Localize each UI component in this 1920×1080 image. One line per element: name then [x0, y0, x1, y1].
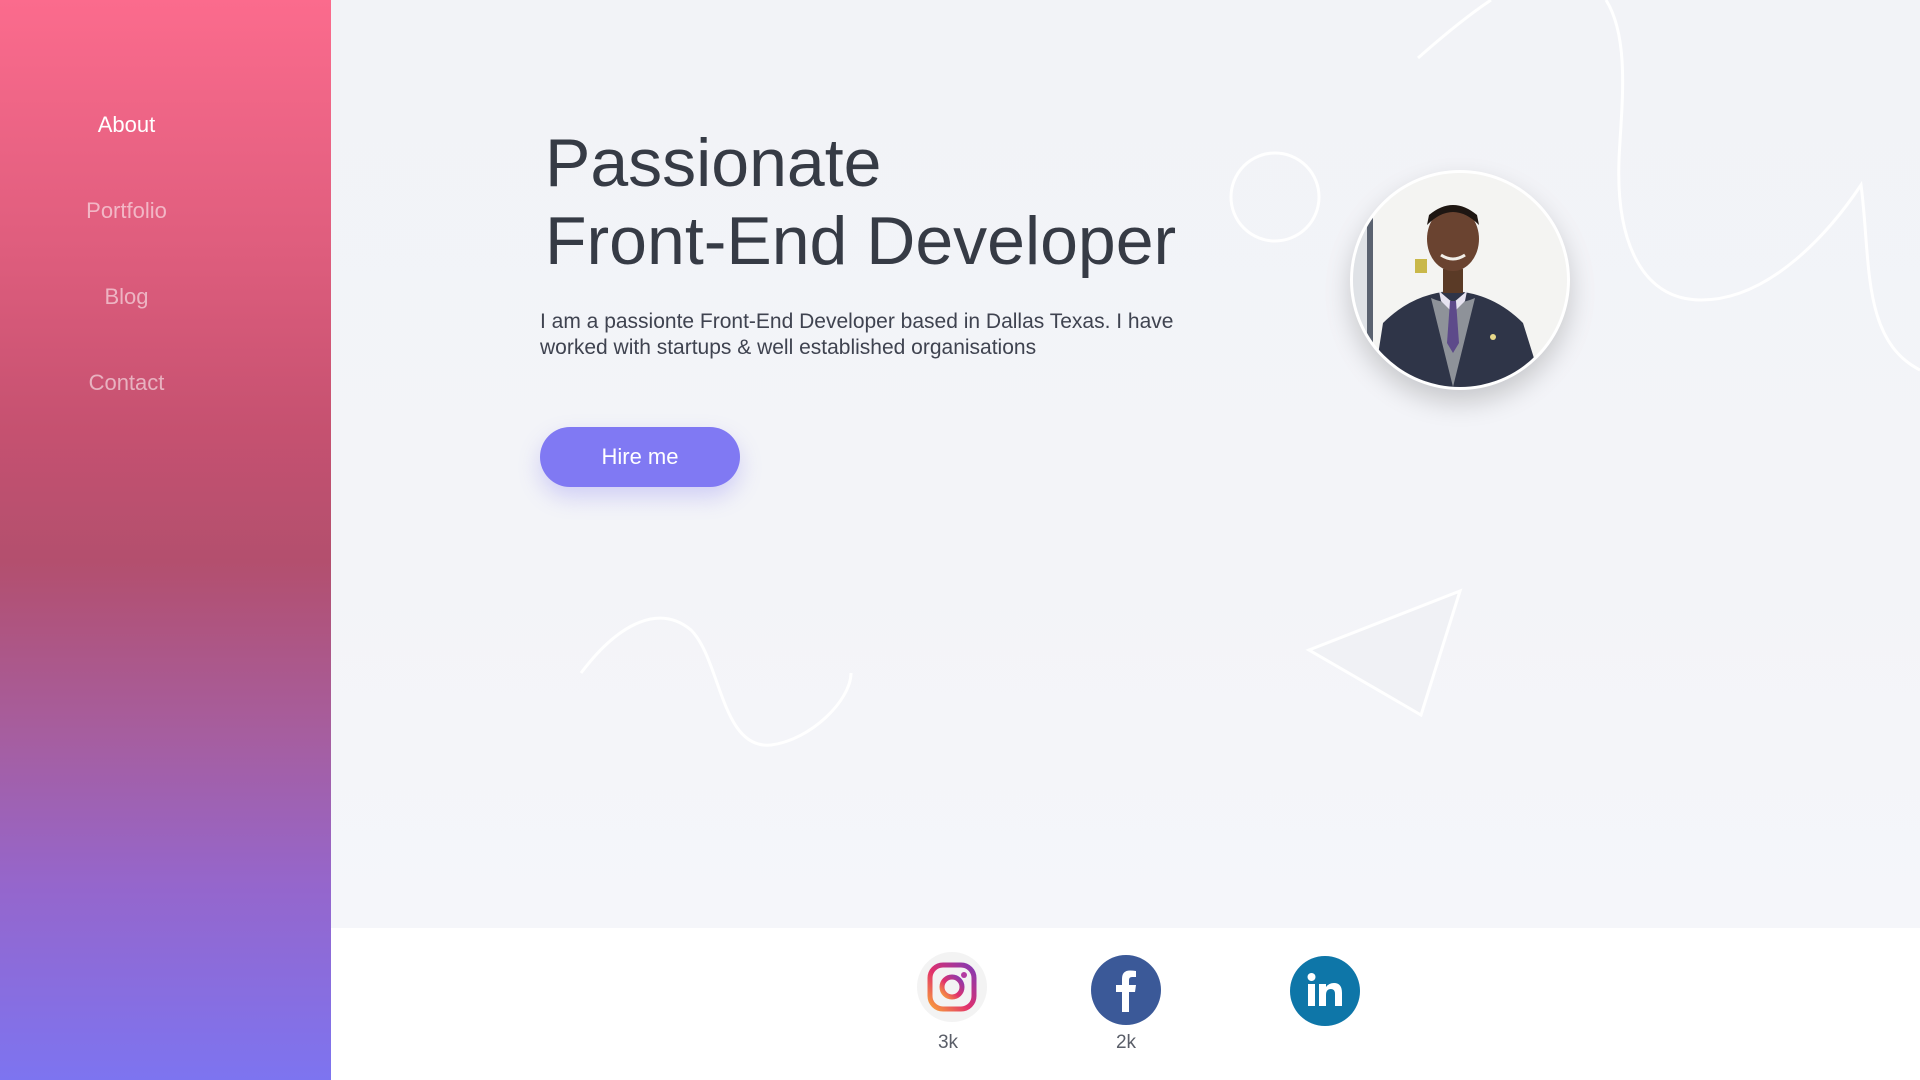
- sidebar-item-portfolio[interactable]: Portfolio: [0, 198, 253, 224]
- linkedin-icon: [1307, 973, 1342, 1006]
- facebook-link[interactable]: [1091, 955, 1161, 1025]
- instagram-link[interactable]: [917, 952, 987, 1022]
- title-line-1: Passionate: [545, 125, 882, 201]
- profile-photo: [1353, 173, 1567, 387]
- hero-description: I am a passionte Front-End Developer bas…: [540, 310, 1174, 359]
- hire-me-button[interactable]: Hire me: [540, 427, 740, 487]
- sidebar-item-blog[interactable]: Blog: [0, 284, 253, 310]
- facebook-icon: [1116, 970, 1136, 1012]
- facebook-count: 2k: [1115, 1032, 1137, 1053]
- instagram-count: 3k: [937, 1032, 959, 1053]
- sidebar-item-about[interactable]: About: [0, 112, 253, 138]
- avatar: [1350, 170, 1570, 390]
- page-title: Passionate Front-End Developer: [545, 124, 1176, 280]
- title-line-2: Front-End Developer: [545, 203, 1177, 279]
- sidebar-item-contact[interactable]: Contact: [0, 370, 253, 396]
- linkedin-link[interactable]: [1290, 956, 1360, 1026]
- social-footer: 3k 2k: [331, 928, 1920, 1080]
- hero-section: Passionate Front-End Developer I am a pa…: [331, 0, 1920, 928]
- sidebar: About Portfolio Blog Contact: [0, 0, 331, 1080]
- instagram-icon: [927, 962, 977, 1012]
